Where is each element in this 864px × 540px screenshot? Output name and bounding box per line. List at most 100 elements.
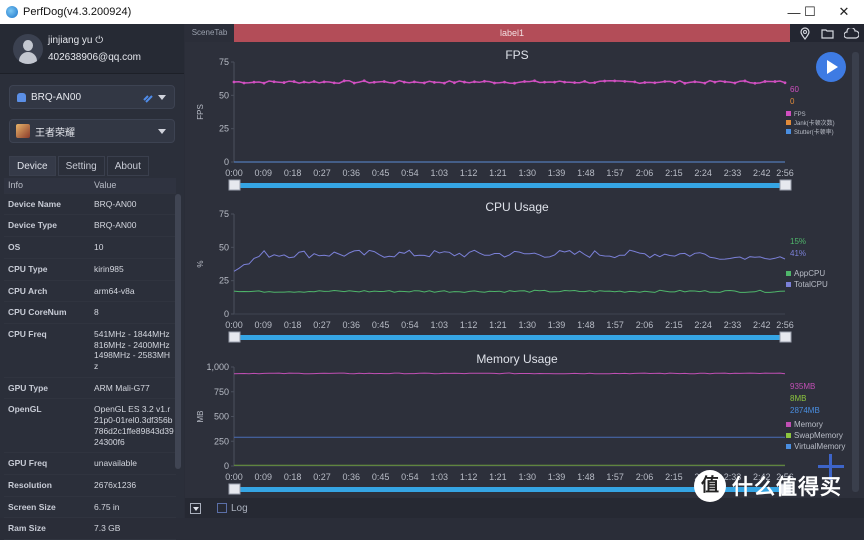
legend-swatch [786, 271, 791, 276]
window-title: PerfDog(v4.3.200924) [23, 6, 132, 18]
legend-item[interactable]: AppCPU [794, 269, 825, 278]
legend-item[interactable]: FPS [794, 112, 806, 118]
x-tick-label: 0:18 [284, 472, 302, 482]
close-button[interactable]: ✕ [829, 0, 859, 24]
x-tick-label: 2:24 [694, 320, 712, 330]
fps-data-point [503, 80, 506, 84]
legend-item[interactable]: VirtualMemory [794, 442, 845, 451]
chevron-down-icon[interactable] [158, 129, 166, 134]
fps-data-point [703, 81, 707, 85]
info-value: 8 [94, 307, 99, 318]
x-tick-label: 1:39 [548, 472, 566, 482]
connection-link-icon[interactable] [142, 92, 154, 104]
current-value: 41% [790, 249, 806, 258]
x-tick-label: 2:06 [636, 168, 654, 178]
fps-data-point [493, 81, 496, 85]
legend-item[interactable]: SwapMemory [794, 431, 843, 440]
y-tick-label: 0 [224, 157, 229, 167]
tab-setting[interactable]: Setting [57, 156, 105, 176]
x-tick-label: 1:57 [606, 472, 624, 482]
current-value: 2874MB [790, 406, 820, 415]
main-scrollbar[interactable] [852, 52, 859, 492]
table-row: CPU Arch arm64-v8a [4, 281, 176, 303]
info-key: CPU Arch [8, 285, 48, 296]
tab-about[interactable]: About [106, 156, 149, 176]
x-tick-label: 2:42 [753, 168, 771, 178]
x-tick-label: 1:48 [577, 168, 595, 178]
table-row: Device Type BRQ-AN00 [4, 215, 176, 238]
slider-handle-start[interactable] [228, 331, 241, 343]
x-tick-label: 1:57 [606, 320, 624, 330]
legend-swatch [786, 444, 791, 449]
table-row: GPU Type ARM Mali-G77 [4, 378, 176, 400]
info-key: Device Name [8, 198, 61, 209]
x-tick-label: 1:21 [489, 168, 507, 178]
chevron-down-icon[interactable] [158, 95, 166, 100]
y-tick-label: 75 [219, 209, 229, 219]
android-icon [17, 92, 26, 102]
slider-handle-end[interactable] [779, 331, 792, 343]
sidebar-scrollbar[interactable] [175, 194, 181, 469]
power-icon[interactable]: ⏻ [95, 35, 103, 46]
table-row: Resolution 2676x1236 [4, 475, 176, 497]
x-tick-label: 2:42 [753, 320, 771, 330]
info-key: Resolution [8, 479, 52, 490]
tab-device[interactable]: Device [9, 156, 56, 176]
y-tick-label: 50 [219, 90, 229, 100]
y-tick-label: 0 [224, 309, 229, 319]
table-row: GPU Freq unavailable [4, 453, 176, 475]
fps-data-point [563, 80, 566, 84]
fps-data-point [583, 79, 587, 83]
play-button[interactable] [816, 52, 846, 82]
fps-data-point [543, 80, 546, 84]
series-line-memory [233, 372, 786, 375]
fps-data-point [382, 80, 386, 83]
legend-item[interactable]: Memory [794, 420, 823, 429]
fps-data-point [513, 81, 516, 85]
x-tick-label: 0:00 [225, 168, 243, 178]
info-value: BRQ-AN00 [94, 198, 137, 209]
x-tick-label: 0:45 [372, 168, 390, 178]
fps-data-point [442, 81, 446, 85]
table-row: CPU Type kirin985 [4, 259, 176, 281]
series-line-fps [233, 79, 786, 85]
x-tick-label: 0:00 [225, 320, 243, 330]
maximize-button[interactable]: ☐ [795, 0, 825, 24]
avatar[interactable] [13, 33, 43, 64]
y-tick-label: 500 [214, 412, 229, 422]
legend-item[interactable]: Jank(卡顿次数) [794, 119, 835, 127]
collapse-toggle-button[interactable] [190, 502, 201, 514]
legend-swatch [786, 129, 791, 134]
x-tick-label: 0:09 [255, 320, 273, 330]
device-select[interactable]: BRQ-AN00 [9, 85, 175, 109]
slider-handle-end[interactable] [779, 179, 792, 191]
x-tick-label: 2:56 [776, 320, 794, 330]
fps-data-point [643, 81, 647, 84]
app-select[interactable]: 王者荣耀 [9, 119, 175, 143]
fps-data-point [723, 80, 727, 84]
info-key: OpenGL [8, 404, 42, 415]
current-value: 0 [790, 97, 795, 106]
watermark-text: 什么值得买 [732, 476, 842, 499]
log-checkbox[interactable] [217, 503, 227, 513]
info-value: 6.75 in [94, 501, 120, 512]
series-line-totalcpu [233, 249, 786, 272]
current-value: 60 [790, 85, 799, 94]
x-tick-label: 1:57 [606, 168, 624, 178]
slider-handle-start[interactable] [228, 179, 241, 191]
x-tick-label: 1:12 [460, 168, 478, 178]
column-header-info: Info [8, 180, 24, 190]
info-key: OS [8, 242, 21, 253]
x-tick-label: 0:54 [401, 320, 419, 330]
fps-data-point [282, 81, 286, 84]
x-tick-label: 1:03 [430, 320, 448, 330]
x-tick-label: 0:54 [401, 168, 419, 178]
slider-handle-start[interactable] [228, 483, 241, 495]
fps-data-point [262, 81, 266, 85]
info-value: BRQ-AN00 [94, 220, 137, 231]
fps-data-point [763, 80, 767, 83]
fps-data-point [312, 80, 316, 83]
legend-item[interactable]: Stutter(卡顿率) [794, 128, 834, 136]
legend-item[interactable]: TotalCPU [794, 280, 828, 289]
legend-swatch [786, 422, 791, 427]
